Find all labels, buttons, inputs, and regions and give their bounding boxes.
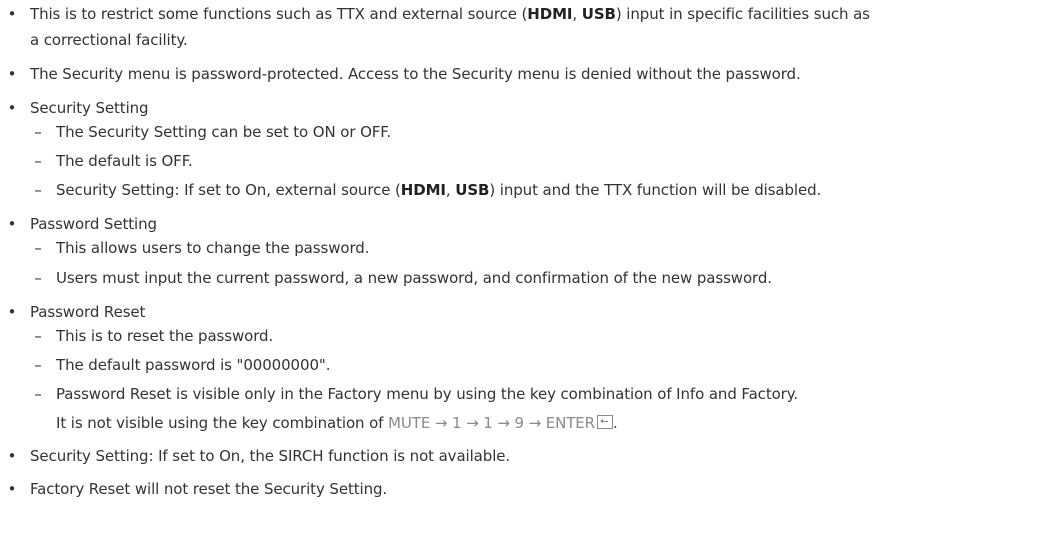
bullet: • <box>7 480 17 498</box>
sub-item-text: The default password is "00000000". <box>56 356 331 374</box>
dash: – <box>34 269 42 287</box>
security-info-document: • This is to restrict some functions suc… <box>0 0 1056 559</box>
sub-item-text: Security Setting: If set to On, external… <box>56 181 822 199</box>
sub-item-text: The default is OFF. <box>56 152 193 170</box>
key-combination: MUTE → 1 → 1 → 9 → ENTER <box>388 414 596 432</box>
item-text: a correctional facility. <box>30 31 188 49</box>
dash: – <box>34 385 42 403</box>
sub-item-text: This is to reset the password. <box>56 327 274 345</box>
item-text: The Security menu is password-protected.… <box>30 65 801 83</box>
item-text: Factory Reset will not reset the Securit… <box>30 480 388 498</box>
sub-item-text: This allows users to change the password… <box>56 239 370 257</box>
bullet: • <box>7 65 17 83</box>
item-text: Security Setting: If set to On, the SIRC… <box>30 447 511 465</box>
dash: – <box>34 239 42 257</box>
bullet: • <box>7 5 17 23</box>
item-text: Security Setting <box>30 99 149 117</box>
dash: – <box>34 123 42 141</box>
bullet: • <box>7 99 17 117</box>
dash: – <box>34 181 42 199</box>
dash: – <box>34 356 42 374</box>
bullet: • <box>7 303 17 321</box>
sub-item-text: Password Reset is visible only in the Fa… <box>56 385 799 403</box>
item-text: This is to restrict some functions such … <box>30 5 870 23</box>
item-text: Password Reset <box>30 303 146 321</box>
bullet: • <box>7 447 17 465</box>
item-text: Password Setting <box>30 215 157 233</box>
enter-icon <box>597 415 614 429</box>
bullet: • <box>7 215 17 233</box>
sub-item-text: Users must input the current password, a… <box>56 269 772 287</box>
sub-item-text: It is not visible using the key combinat… <box>56 414 618 432</box>
sub-item-text: The Security Setting can be set to ON or… <box>56 123 392 141</box>
dash: – <box>34 152 42 170</box>
dash: – <box>34 327 42 345</box>
